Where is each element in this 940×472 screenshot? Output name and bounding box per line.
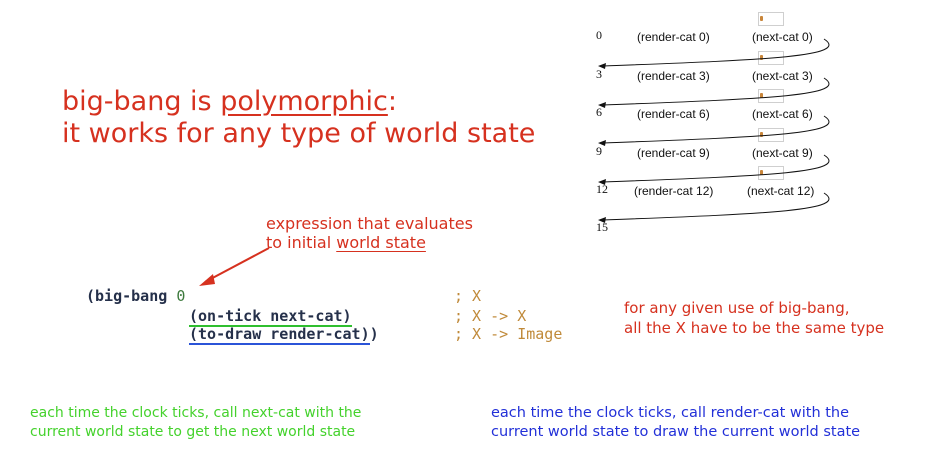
render-cat-call: (render-cat 3)	[637, 69, 710, 83]
state-value: 3	[596, 67, 602, 81]
annotation-line-2-prefix: to initial	[266, 233, 337, 252]
note-line-2: all the X have to be the same type	[624, 319, 885, 337]
comment-2: ; X -> X	[454, 307, 527, 325]
to-draw-explanation-line-1: each time the clock ticks, call render-c…	[491, 405, 850, 421]
comment-3: ; X -> Image	[454, 325, 563, 343]
annotation-line-2: to initial world state	[266, 233, 473, 252]
comment-1: ; X	[454, 287, 482, 305]
render-cat-call: (render-cat 0)	[637, 30, 710, 44]
code-line-3: (to-draw render-cat))	[189, 324, 379, 345]
title-line-1: big-bang is polymorphic:	[62, 86, 535, 118]
title-prefix: big-bang is	[62, 86, 221, 117]
render-cat-call: (render-cat 12)	[634, 184, 714, 198]
on-tick-explanation-line-2: current world state to get the next worl…	[30, 424, 356, 440]
annotation-arrow	[199, 247, 270, 286]
next-cat-call: (next-cat 12)	[747, 184, 815, 198]
title-line-2: it works for any type of world state	[62, 118, 536, 149]
next-cat-call: (next-cat 3)	[752, 69, 813, 83]
slide-title: big-bang is polymorphic: it works for an…	[62, 86, 535, 150]
render-cat-call: (render-cat 9)	[637, 146, 710, 160]
next-cat-call: (next-cat 6)	[752, 107, 813, 121]
title-underlined-word: polymorphic	[220, 86, 388, 117]
title-suffix: :	[387, 86, 397, 117]
annotation-line-1: expression that evaluates	[266, 214, 473, 233]
cat-image-thumbnail	[758, 89, 784, 103]
cat-image-thumbnail	[758, 128, 784, 142]
cat-image-thumbnail	[758, 12, 784, 26]
final-state-value: 15	[596, 220, 608, 234]
code-line-1: (big-bang 0	[86, 286, 185, 306]
cat-image-thumbnail	[758, 166, 784, 180]
annotation-underlined: world state	[336, 233, 426, 252]
state-value: 9	[596, 144, 602, 158]
on-tick-explanation: each time the clock ticks, call next-cat…	[30, 404, 361, 442]
to-draw-explanation: each time the clock ticks, call render-c…	[491, 404, 860, 442]
initial-state-annotation: expression that evaluates to initial wor…	[266, 214, 473, 252]
same-type-note: for any given use of big-bang, all the X…	[624, 298, 884, 338]
render-cat-call: (render-cat 6)	[637, 107, 710, 121]
code-closing-paren: )	[369, 325, 379, 343]
cat-image-thumbnail	[758, 51, 784, 65]
on-tick-explanation-line-1: each time the clock ticks, call next-cat…	[30, 405, 362, 421]
next-cat-call: (next-cat 9)	[752, 146, 813, 160]
next-cat-call: (next-cat 0)	[752, 30, 813, 44]
state-value: 12	[596, 182, 608, 196]
state-value: 6	[596, 105, 602, 119]
note-line-1: for any given use of big-bang,	[624, 299, 850, 317]
code-line-2: (on-tick next-cat)	[189, 306, 352, 327]
code-big-bang: (big-bang	[86, 287, 177, 305]
code-initial-value: 0	[176, 287, 186, 305]
code-to-draw: (to-draw render-cat)	[189, 325, 370, 345]
to-draw-explanation-line-2: current world state to draw the current …	[491, 424, 861, 440]
state-value: 0	[596, 28, 602, 42]
